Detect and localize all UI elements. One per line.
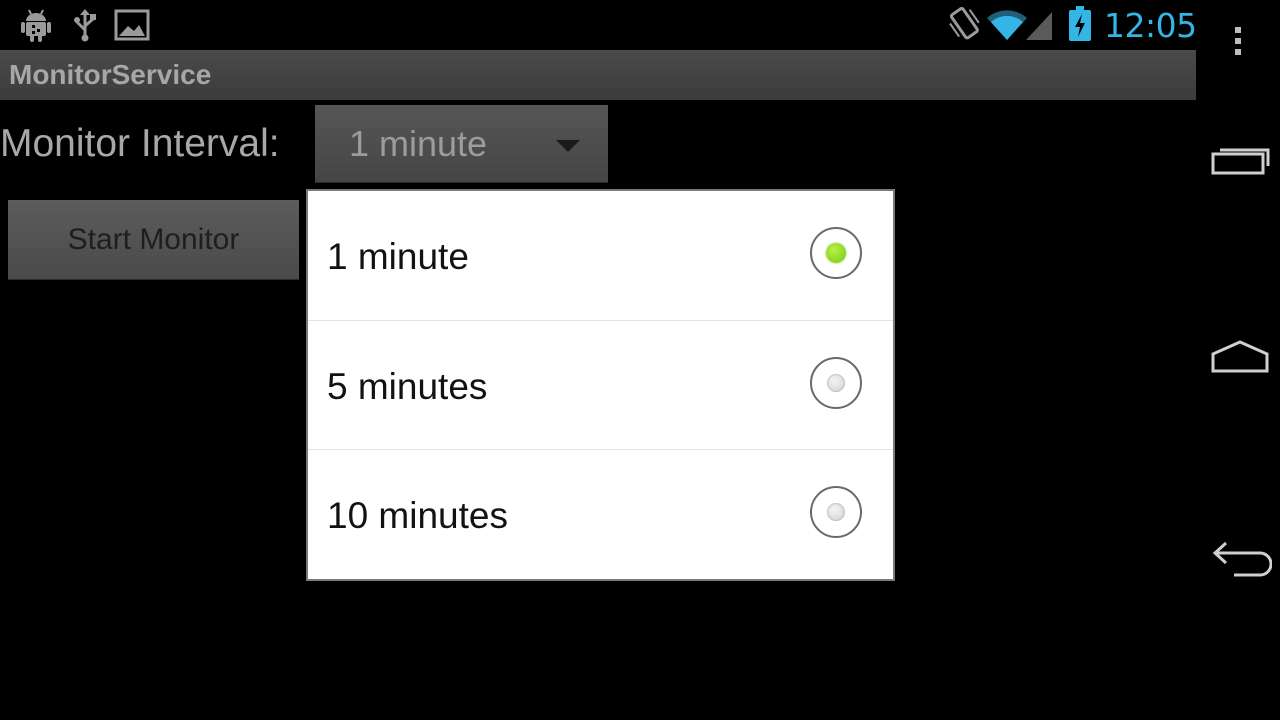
option-10-minutes[interactable]: 10 minutes <box>308 449 893 578</box>
image-icon <box>114 9 150 46</box>
signal-icon <box>1024 10 1054 47</box>
radio-checked-icon <box>826 243 846 263</box>
android-debug-icon <box>20 8 52 47</box>
option-5-minutes[interactable]: 5 minutes <box>308 320 893 449</box>
vibrate-icon <box>948 6 982 47</box>
radio-button[interactable] <box>810 227 862 279</box>
status-bar: 12:05 <box>0 0 1197 50</box>
usb-icon <box>72 8 98 47</box>
app-title: MonitorService <box>9 59 212 90</box>
recent-apps-icon[interactable] <box>1210 140 1272 181</box>
option-label: 5 minutes <box>327 366 488 407</box>
start-monitor-label: Start Monitor <box>67 223 240 256</box>
clock: 12:05 <box>1104 6 1197 45</box>
screen: 12:05 MonitorService Monitor Interval: 1… <box>0 0 1280 720</box>
option-1-minute[interactable]: 1 minute <box>308 191 893 320</box>
wifi-icon <box>986 10 1028 47</box>
dropdown-arrow-icon <box>556 140 580 152</box>
start-monitor-button[interactable]: Start Monitor <box>8 200 299 280</box>
overflow-menu-icon[interactable] <box>1230 24 1246 63</box>
interval-dropdown-list: 1 minute 5 minutes 10 minutes <box>306 189 895 581</box>
spinner-selected-value: 1 minute <box>349 123 488 164</box>
option-label: 1 minute <box>327 236 469 277</box>
monitor-interval-label: Monitor Interval: <box>0 122 280 165</box>
radio-button[interactable] <box>810 486 862 538</box>
radio-unchecked-icon <box>827 374 845 392</box>
home-icon[interactable] <box>1210 338 1272 381</box>
title-bar: MonitorService <box>0 50 1196 100</box>
interval-spinner[interactable]: 1 minute <box>315 105 608 183</box>
radio-unchecked-icon <box>827 503 845 521</box>
navigation-bar <box>1196 0 1280 720</box>
radio-button[interactable] <box>810 357 862 409</box>
back-icon[interactable] <box>1210 538 1273 583</box>
battery-charging-icon <box>1068 6 1092 47</box>
option-label: 10 minutes <box>327 495 508 536</box>
